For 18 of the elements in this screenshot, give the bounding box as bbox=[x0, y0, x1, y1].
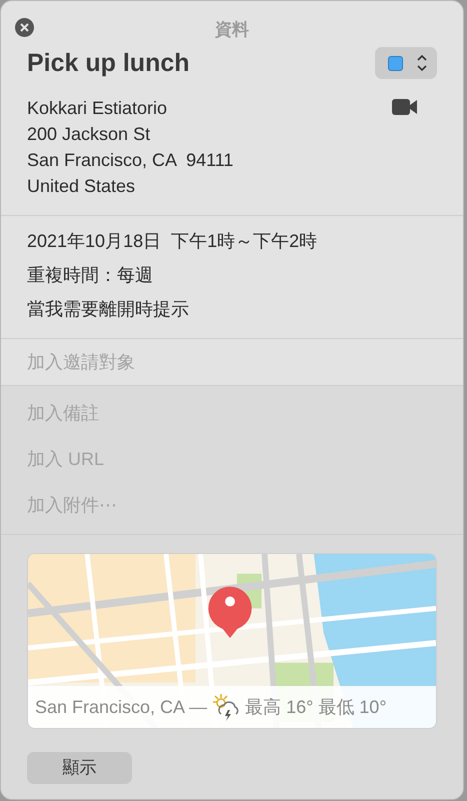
map-location-caption: San Francisco, CA — bbox=[35, 696, 208, 718]
location-line: San Francisco, CA 94111 bbox=[27, 149, 234, 172]
repeat-field[interactable]: 重複時間：每週 bbox=[27, 258, 437, 292]
location-line: Kokkari Estiatorio bbox=[27, 97, 168, 120]
up-down-chevron-icon bbox=[417, 54, 427, 72]
video-camera-icon[interactable] bbox=[392, 99, 417, 115]
weather-forecast: 最高 16° 最低 10° bbox=[245, 696, 387, 718]
location-line: United States bbox=[27, 175, 136, 198]
sun-cloud-lightning-icon bbox=[211, 692, 242, 722]
event-title[interactable]: Pick up lunch bbox=[27, 48, 190, 78]
alert-field[interactable]: 當我需要離開時提示 bbox=[27, 292, 437, 326]
date-time-field[interactable]: 2021年10月18日 下午1時～下午2時 bbox=[27, 224, 437, 258]
calendar-popup[interactable] bbox=[375, 47, 437, 79]
close-button[interactable] bbox=[15, 18, 34, 37]
close-icon bbox=[20, 23, 29, 32]
location-line: 200 Jackson St bbox=[27, 123, 152, 146]
show-button[interactable]: 顯示 bbox=[27, 752, 132, 784]
window-title: 資料 bbox=[215, 19, 249, 41]
